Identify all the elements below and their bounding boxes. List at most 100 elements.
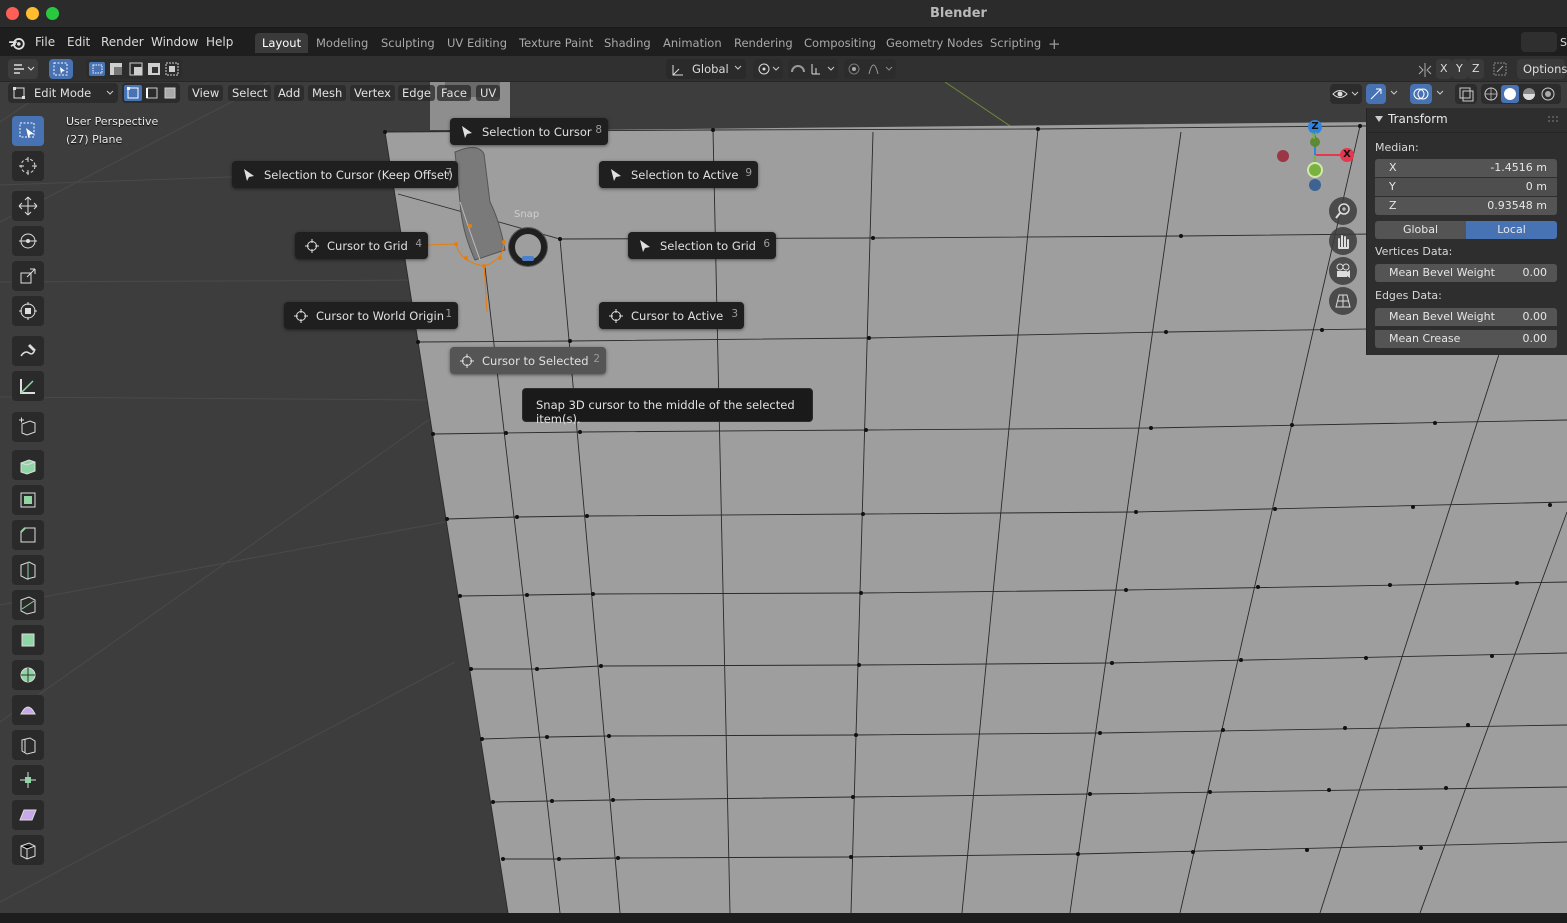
tab-scripting[interactable]: Scripting <box>983 33 1048 53</box>
vertex-edge-face-icon[interactable] <box>122 83 180 103</box>
add-workspace-button[interactable]: + <box>1048 35 1061 53</box>
pencil-icon <box>20 344 36 357</box>
camera-view-button[interactable] <box>1329 257 1357 285</box>
options-dropdown[interactable]: Options <box>1517 59 1567 79</box>
pie-cursor-to-world-origin[interactable]: Cursor to World Origin 1 <box>284 302 458 329</box>
editor-type-button[interactable] <box>8 59 38 79</box>
scene-name-partial[interactable]: S <box>1560 36 1567 49</box>
menu-uv[interactable]: UV <box>476 85 501 101</box>
auto-merge-icon[interactable] <box>1492 61 1508 77</box>
proportional-editing-controls[interactable] <box>844 59 896 79</box>
tab-shading[interactable]: Shading <box>597 33 658 53</box>
tab-modeling[interactable]: Modeling <box>309 33 375 53</box>
menu-file[interactable]: File <box>35 35 55 49</box>
menu-mesh[interactable]: Mesh <box>308 85 347 101</box>
median-y-field[interactable]: Y 0 m <box>1375 178 1557 196</box>
visibility-dropdown[interactable] <box>1330 84 1362 104</box>
tool-measure[interactable] <box>12 371 44 401</box>
edge-mean-bevel-weight-field[interactable]: Mean Bevel Weight 0.00 <box>1375 308 1557 326</box>
menu-edit[interactable]: Edit <box>67 35 90 49</box>
tool-annotate[interactable] <box>12 336 44 366</box>
mirror-x-toggle[interactable]: X <box>1436 59 1452 79</box>
pie-selection-to-active[interactable]: Selection to Active 9 <box>599 161 758 188</box>
edge-mean-crease-field[interactable]: Mean Crease 0.00 <box>1375 330 1557 348</box>
tool-inset-faces[interactable] <box>12 485 44 515</box>
mirror-z-toggle[interactable]: Z <box>1468 59 1484 79</box>
median-z-value: 0.93548 m <box>1487 199 1547 212</box>
select-box-icon <box>19 122 35 139</box>
gizmo-x-axis[interactable]: X <box>1340 148 1354 162</box>
select-box-mode-button[interactable] <box>49 59 73 79</box>
tab-uv-editing[interactable]: UV Editing <box>440 33 514 53</box>
scene-selector-button[interactable] <box>1521 32 1557 52</box>
perspective-toggle-button[interactable] <box>1329 287 1357 315</box>
tool-knife[interactable] <box>12 590 44 620</box>
menu-add[interactable]: Add <box>274 85 305 101</box>
tool-smooth[interactable] <box>12 695 44 725</box>
edit-mode-icon <box>13 87 25 99</box>
median-x-field[interactable]: X -1.4516 m <box>1375 159 1557 177</box>
pie-cursor-to-active[interactable]: Cursor to Active 3 <box>599 302 744 329</box>
menu-edge[interactable]: Edge <box>398 85 435 101</box>
xray-toggle[interactable] <box>1455 84 1477 104</box>
pie-selection-to-cursor[interactable]: Selection to Cursor 8 <box>450 118 608 145</box>
tab-sculpting[interactable]: Sculpting <box>374 33 442 53</box>
blender-logo-icon[interactable] <box>8 34 26 52</box>
gizmo-toggle[interactable] <box>1366 84 1386 104</box>
tool-select-box[interactable] <box>12 116 44 146</box>
pie-selection-to-cursor-keep-offset[interactable]: Selection to Cursor (Keep Offset) 7 <box>232 161 458 188</box>
tool-edge-slide[interactable] <box>12 730 44 760</box>
tool-poly-build[interactable] <box>12 625 44 655</box>
median-z-field[interactable]: Z 0.93548 m <box>1375 197 1557 215</box>
pie-cursor-to-selected[interactable]: Cursor to Selected 2 <box>450 347 606 374</box>
tool-rip-region[interactable] <box>12 835 44 865</box>
tool-shear[interactable] <box>12 800 44 830</box>
menu-window[interactable]: Window <box>151 35 198 49</box>
tool-bevel[interactable] <box>12 520 44 550</box>
pie-item-shortcut: 1 <box>445 308 452 320</box>
tool-add-cube[interactable] <box>12 412 44 442</box>
tab-rendering[interactable]: Rendering <box>727 33 800 53</box>
scale-icon <box>20 268 36 284</box>
global-toggle[interactable]: Global <box>1375 221 1466 239</box>
tool-shrink-fatten[interactable] <box>12 765 44 795</box>
tab-geometry-nodes[interactable]: Geometry Nodes <box>879 33 990 53</box>
mesh-select-mode-group <box>122 83 180 103</box>
mirror-y-label: Y <box>1456 62 1463 75</box>
menu-help[interactable]: Help <box>206 35 233 49</box>
pan-button[interactable] <box>1329 227 1357 255</box>
pivot-point-dropdown[interactable] <box>753 59 783 79</box>
shading-modes-icon[interactable] <box>1481 84 1561 104</box>
vertex-mean-bevel-weight-field[interactable]: Mean Bevel Weight 0.00 <box>1375 264 1557 282</box>
menu-view[interactable]: View <box>188 85 224 101</box>
pie-cursor-to-grid[interactable]: Cursor to Grid 4 <box>295 232 428 259</box>
pie-selection-to-grid[interactable]: Selection to Grid 6 <box>628 232 776 259</box>
median-x-axis-label: X <box>1389 161 1397 174</box>
tool-move[interactable] <box>12 191 44 221</box>
mirror-y-toggle[interactable]: Y <box>1452 59 1468 79</box>
collapse-triangle-icon[interactable] <box>1375 115 1383 123</box>
zoom-button[interactable] <box>1329 197 1357 225</box>
tool-rotate[interactable] <box>12 226 44 256</box>
tab-layout[interactable]: Layout <box>255 33 309 53</box>
transform-panel-header[interactable]: Transform <box>1388 112 1448 126</box>
tool-cursor[interactable] <box>12 151 44 181</box>
tab-compositing[interactable]: Compositing <box>797 33 883 53</box>
tool-loop-cut[interactable] <box>12 555 44 585</box>
menu-select[interactable]: Select <box>228 85 272 101</box>
drag-handle-icon[interactable] <box>1547 115 1559 123</box>
gizmo-y-axis[interactable] <box>1307 162 1323 178</box>
menu-render[interactable]: Render <box>101 35 144 49</box>
tool-scale[interactable] <box>12 261 44 291</box>
menu-face[interactable]: Face <box>437 85 472 101</box>
tool-spin[interactable] <box>12 660 44 690</box>
selection-modes-icon <box>89 62 179 76</box>
tool-transform[interactable] <box>12 296 44 326</box>
tool-extrude-region[interactable] <box>12 450 44 480</box>
snapping-controls[interactable] <box>788 59 838 79</box>
local-toggle[interactable]: Local <box>1466 221 1557 239</box>
tab-texture-paint[interactable]: Texture Paint <box>512 33 600 53</box>
overlays-toggle[interactable] <box>1410 84 1432 104</box>
tab-animation[interactable]: Animation <box>656 33 729 53</box>
menu-vertex[interactable]: Vertex <box>350 85 395 101</box>
